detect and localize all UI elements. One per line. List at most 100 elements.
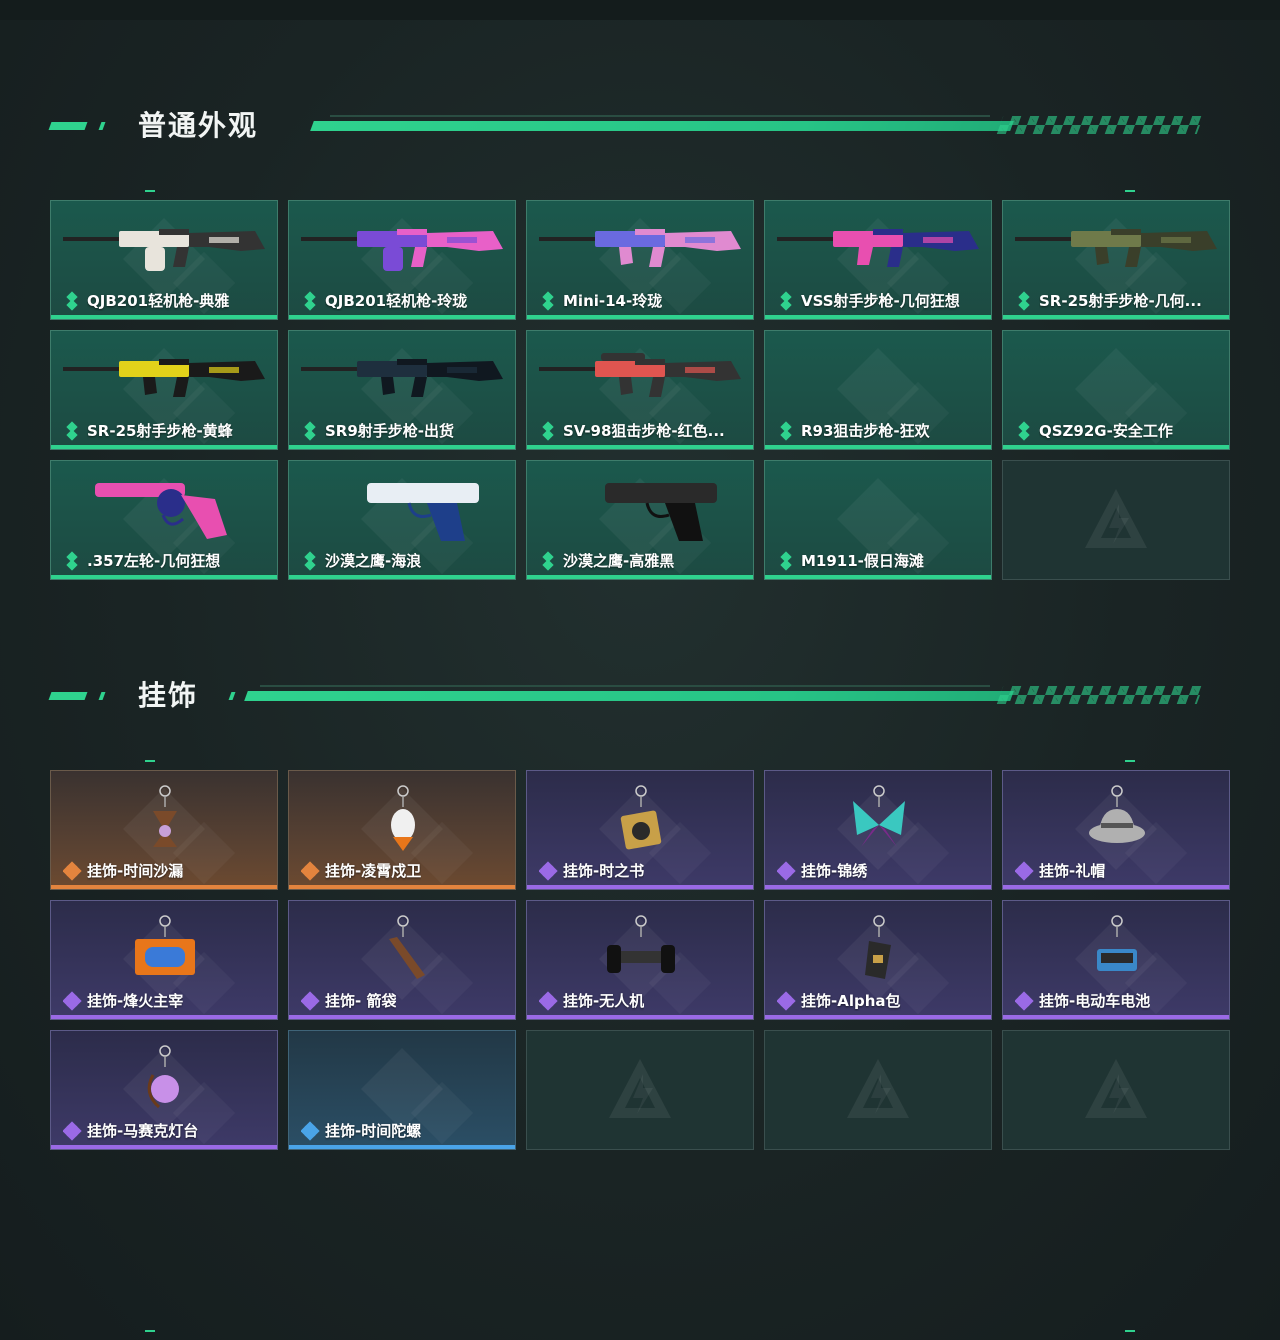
item-card[interactable]: 挂饰-礼帽 bbox=[1002, 770, 1230, 890]
pistol-icon bbox=[605, 483, 717, 541]
corner-tick bbox=[145, 760, 155, 762]
item-card[interactable]: M1911-假日海滩 bbox=[764, 460, 992, 580]
item-label: SR9射手步枪-出货 bbox=[301, 420, 507, 441]
rarity-icon bbox=[301, 420, 319, 441]
item-image bbox=[59, 785, 269, 853]
charm-book-icon bbox=[620, 785, 662, 850]
item-label: 挂饰-烽火主宰 bbox=[63, 990, 269, 1011]
item-card[interactable]: 挂饰-Alpha包 bbox=[764, 900, 992, 1020]
item-label: R93狙击步枪-狂欢 bbox=[777, 420, 983, 441]
item-label: SV-98狙击步枪-红色... bbox=[539, 420, 745, 441]
item-name: R93狙击步枪-狂欢 bbox=[801, 422, 930, 440]
header-line bbox=[310, 121, 1014, 131]
charm-quiver-icon bbox=[389, 915, 425, 979]
charm-lamp-icon bbox=[147, 1045, 179, 1109]
top-band bbox=[0, 0, 1280, 20]
item-image bbox=[773, 785, 983, 853]
empty-slot bbox=[1002, 460, 1230, 580]
item-card[interactable]: QJB201轻机枪-典雅 bbox=[50, 200, 278, 320]
item-image bbox=[535, 215, 745, 283]
item-card[interactable]: 挂饰- 箭袋 bbox=[288, 900, 516, 1020]
lmg-icon bbox=[301, 229, 503, 271]
item-card[interactable]: 挂饰-烽火主宰 bbox=[50, 900, 278, 1020]
item-card[interactable]: QJB201轻机枪-玲珑 bbox=[288, 200, 516, 320]
header-accent-bar bbox=[48, 122, 88, 130]
item-name: SR9射手步枪-出货 bbox=[325, 422, 455, 440]
item-card[interactable]: 沙漠之鹰-高雅黑 bbox=[526, 460, 754, 580]
item-name: QJB201轻机枪-玲珑 bbox=[325, 292, 468, 310]
charm-butterfly-icon bbox=[853, 785, 905, 847]
item-name: 挂饰-马赛克灯台 bbox=[87, 1122, 199, 1140]
item-image bbox=[297, 345, 507, 413]
item-card[interactable]: 挂饰-时间陀螺 bbox=[288, 1030, 516, 1150]
item-label: 挂饰-电动车电池 bbox=[1015, 990, 1221, 1011]
item-image bbox=[535, 345, 745, 413]
item-image bbox=[59, 475, 269, 543]
rarity-icon bbox=[1015, 990, 1034, 1011]
item-card[interactable]: .357左轮-几何狂想 bbox=[50, 460, 278, 580]
item-card[interactable]: QSZ92G-安全工作 bbox=[1002, 330, 1230, 450]
item-label: QSZ92G-安全工作 bbox=[1015, 420, 1221, 441]
header-line bbox=[244, 691, 1014, 701]
charm-eagle-icon bbox=[391, 785, 415, 851]
dmr-icon bbox=[777, 229, 979, 267]
item-image bbox=[297, 915, 507, 983]
header-thin-line bbox=[330, 115, 990, 117]
item-card[interactable]: 挂饰-时间沙漏 bbox=[50, 770, 278, 890]
item-card[interactable]: R93狙击步枪-狂欢 bbox=[764, 330, 992, 450]
item-name: SR-25射手步枪-黄蜂 bbox=[87, 422, 233, 440]
section-charms: 挂饰 挂饰-时间沙漏 挂饰-凌霄戍卫 挂饰-时之书 挂饰-锦绣 挂饰-礼帽挂饰-烽火主宰… bbox=[48, 679, 1230, 1150]
item-name: QJB201轻机枪-典雅 bbox=[87, 292, 230, 310]
header-checker-pattern bbox=[996, 116, 1204, 134]
item-name: 挂饰- 箭袋 bbox=[325, 992, 397, 1010]
item-card[interactable]: SR-25射手步枪-黄蜂 bbox=[50, 330, 278, 450]
charm-hat-icon bbox=[1089, 785, 1145, 843]
item-name: 挂饰-时间沙漏 bbox=[87, 862, 184, 880]
item-card[interactable]: Mini-14-玲珑 bbox=[526, 200, 754, 320]
item-name: SR-25射手步枪-几何... bbox=[1039, 292, 1202, 310]
item-label: 沙漠之鹰-高雅黑 bbox=[539, 550, 745, 571]
item-label: .357左轮-几何狂想 bbox=[63, 550, 269, 571]
item-card[interactable]: 挂饰-电动车电池 bbox=[1002, 900, 1230, 1020]
item-image bbox=[773, 915, 983, 983]
rifle-icon bbox=[63, 359, 265, 397]
section-title: 普通外观 bbox=[138, 109, 259, 142]
rarity-icon bbox=[539, 290, 557, 311]
item-label: M1911-假日海滩 bbox=[777, 550, 983, 571]
item-card[interactable]: 挂饰-凌霄戍卫 bbox=[288, 770, 516, 890]
corner-tick bbox=[1125, 1330, 1135, 1332]
header-thin-line bbox=[260, 685, 990, 687]
item-name: 挂饰-凌霄戍卫 bbox=[325, 862, 422, 880]
sniper-icon bbox=[539, 353, 741, 397]
item-card[interactable]: VSS射手步枪-几何狂想 bbox=[764, 200, 992, 320]
item-card[interactable]: 挂饰-时之书 bbox=[526, 770, 754, 890]
rarity-icon bbox=[301, 990, 320, 1011]
revolver-icon bbox=[95, 483, 227, 539]
item-card[interactable]: SR9射手步枪-出货 bbox=[288, 330, 516, 450]
charm-battery-icon bbox=[1097, 915, 1137, 971]
item-label: 挂饰-马赛克灯台 bbox=[63, 1120, 269, 1141]
skin-grid: QJB201轻机枪-典雅 QJB201轻机枪-玲珑 Mini-14-玲珑 VSS射手步… bbox=[50, 200, 1230, 580]
item-card[interactable]: 挂饰-锦绣 bbox=[764, 770, 992, 890]
section-header: 普通外观 bbox=[48, 109, 1230, 150]
charm-bag-icon bbox=[865, 915, 891, 979]
lmg-icon bbox=[63, 229, 265, 271]
rarity-icon bbox=[1015, 860, 1034, 881]
item-label: 挂饰-凌霄戍卫 bbox=[301, 860, 507, 881]
item-card[interactable]: 挂饰-无人机 bbox=[526, 900, 754, 1020]
item-image bbox=[297, 215, 507, 283]
item-card[interactable]: 沙漠之鹰-海浪 bbox=[288, 460, 516, 580]
item-label: 挂饰-时间陀螺 bbox=[301, 1120, 507, 1141]
item-card[interactable]: SV-98狙击步枪-红色... bbox=[526, 330, 754, 450]
item-card[interactable]: 挂饰-马赛克灯台 bbox=[50, 1030, 278, 1150]
header-accent-tick bbox=[98, 122, 106, 130]
section-header: 挂饰 bbox=[48, 679, 1230, 720]
item-label: 挂饰- 箭袋 bbox=[301, 990, 507, 1011]
item-label: 挂饰-时之书 bbox=[539, 860, 745, 881]
rarity-icon bbox=[539, 550, 557, 571]
item-image bbox=[1011, 785, 1221, 853]
rarity-icon bbox=[63, 550, 81, 571]
rarity-icon bbox=[777, 420, 795, 441]
item-card[interactable]: SR-25射手步枪-几何... bbox=[1002, 200, 1230, 320]
item-image bbox=[535, 915, 745, 983]
